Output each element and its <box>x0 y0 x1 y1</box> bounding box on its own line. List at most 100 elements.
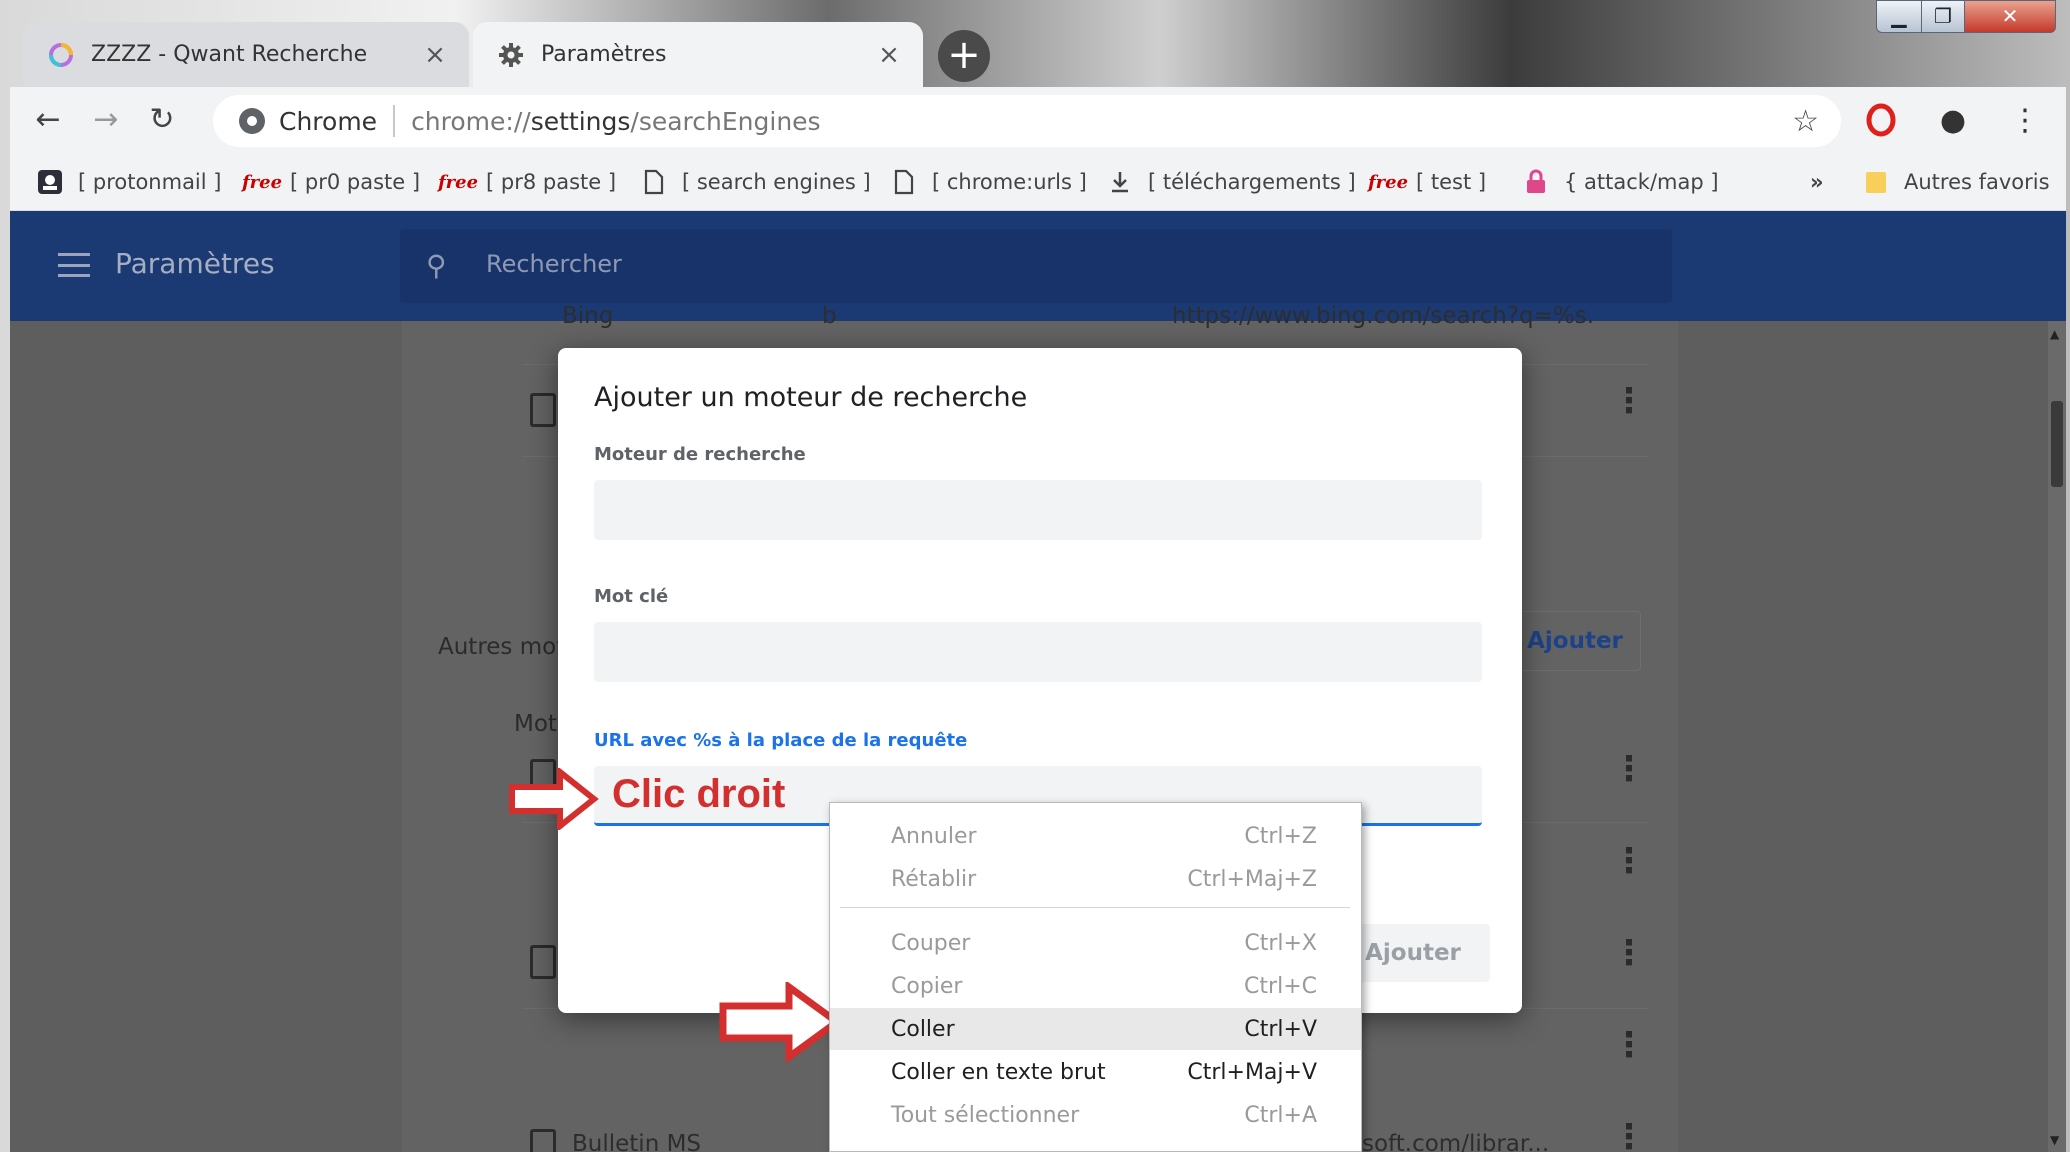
bookmark-item[interactable]: free [ test ] <box>1367 153 1487 211</box>
download-icon <box>1106 168 1134 196</box>
menu-item-label: Rétablir <box>891 866 977 892</box>
free-icon: free <box>241 171 283 193</box>
more-actions-icon[interactable]: ⋮ <box>1612 933 1646 973</box>
other-bookmarks[interactable]: Autres favoris <box>1862 153 2050 211</box>
scrollbar[interactable]: ▲ ▼ <box>2048 321 2066 1152</box>
add-engine-button[interactable]: Ajouter <box>1509 611 1641 671</box>
omnibox-divider <box>393 105 396 137</box>
chrome-icon <box>239 108 265 134</box>
menu-separator <box>840 907 1350 908</box>
menu-item-label: Couper <box>891 930 971 956</box>
bookmark-item[interactable]: { attack/map ] <box>1522 153 1719 211</box>
bookmark-item[interactable]: free [ pr0 paste ] <box>241 153 421 211</box>
more-actions-icon[interactable]: ⋮ <box>1612 841 1646 881</box>
scroll-down-icon[interactable]: ▼ <box>2050 1133 2059 1147</box>
bookmark-label: [ test ] <box>1416 170 1487 194</box>
menu-item-shortcut: Ctrl+X <box>1244 930 1317 956</box>
minimize-button[interactable]: ▁ <box>1876 0 1922 33</box>
page-icon <box>530 1129 556 1152</box>
page-icon <box>530 393 556 427</box>
tab-settings[interactable]: Paramètres × <box>473 22 923 87</box>
omnibox-site-label: Chrome <box>279 106 378 136</box>
qwant-icon <box>47 41 75 69</box>
engine-url: soft.com/librar... <box>1362 1131 1550 1152</box>
more-actions-icon[interactable]: ⋮ <box>1612 1025 1646 1065</box>
bookmarks-bar: [ protonmail ] free [ pr0 paste ] free [… <box>10 153 2066 211</box>
folder-icon <box>1862 168 1890 196</box>
menu-item-coller-texte-brut[interactable]: Coller en texte brut Ctrl+Maj+V <box>830 1051 1361 1093</box>
bookmark-star-icon[interactable]: ☆ <box>1792 104 1819 139</box>
more-actions-icon[interactable]: ⋮ <box>1612 749 1646 789</box>
lock-icon <box>1522 168 1550 196</box>
page-icon <box>640 168 668 196</box>
menu-item-label: Tout sélectionner <box>891 1102 1080 1128</box>
page-icon <box>530 945 556 979</box>
page-icon <box>890 168 918 196</box>
menu-item-coller[interactable]: Coller Ctrl+V <box>830 1008 1361 1050</box>
menu-item-tout-selectionner[interactable]: Tout sélectionner Ctrl+A <box>830 1094 1361 1136</box>
more-actions-icon[interactable]: ⋮ <box>1612 381 1646 421</box>
bookmark-label: [ chrome:urls ] <box>932 170 1087 194</box>
context-menu: Annuler Ctrl+Z Rétablir Ctrl+Maj+Z Coupe… <box>829 802 1362 1152</box>
menu-item-annuler[interactable]: Annuler Ctrl+Z <box>830 815 1361 857</box>
menu-item-couper[interactable]: Couper Ctrl+X <box>830 922 1361 964</box>
forward-button[interactable]: → <box>84 99 128 143</box>
bookmark-label: [ protonmail ] <box>78 170 222 194</box>
engine-url: https://www.bing.com/search?q=%s... <box>1172 303 1592 329</box>
free-icon: free <box>1367 171 1409 193</box>
menu-item-shortcut: Ctrl+C <box>1244 973 1317 999</box>
url-host: settings <box>530 106 631 136</box>
bookmark-item[interactable]: [ protonmail ] <box>36 153 221 211</box>
menu-item-shortcut: Ctrl+Z <box>1244 823 1317 849</box>
engine-name: Bing <box>562 303 614 329</box>
annotation-arrow-icon <box>719 982 843 1062</box>
menu-item-copier[interactable]: Copier Ctrl+C <box>830 965 1361 1007</box>
opera-icon[interactable] <box>1858 97 1904 143</box>
tab-qwant[interactable]: ZZZZ - Qwant Recherche × <box>23 22 469 87</box>
menu-item-shortcut: Ctrl+V <box>1244 1016 1317 1042</box>
menu-item-retablir[interactable]: Rétablir Ctrl+Maj+Z <box>830 858 1361 900</box>
new-tab-button[interactable]: + <box>938 30 990 82</box>
browser-toolbar: ← → ↻ Chrome chrome://settings/searchEng… <box>10 87 2066 153</box>
protonmail-icon <box>36 168 64 196</box>
menu-icon[interactable]: ⋮ <box>2002 97 2048 143</box>
bookmarks-overflow-button[interactable]: » <box>1810 153 1824 211</box>
reload-button[interactable]: ↻ <box>140 99 184 143</box>
url-path: /searchEngines <box>630 106 821 136</box>
close-window-button[interactable]: ✕ <box>1964 0 2056 33</box>
url-text: chrome://settings/searchEngines <box>411 107 821 136</box>
hamburger-menu-icon[interactable] <box>58 253 90 277</box>
scroll-up-icon[interactable]: ▲ <box>2050 327 2059 341</box>
maximize-button[interactable]: ❐ <box>1921 0 1965 33</box>
back-button[interactable]: ← <box>26 99 70 143</box>
dialog-title: Ajouter un moteur de recherche <box>594 382 1028 413</box>
menu-item-shortcut: Ctrl+Maj+V <box>1187 1059 1317 1085</box>
menu-item-shortcut: Ctrl+Maj+Z <box>1187 866 1317 892</box>
address-bar[interactable]: Chrome chrome://settings/searchEngines ☆ <box>213 95 1841 147</box>
bookmark-item[interactable]: [ téléchargements ] <box>1106 153 1356 211</box>
profile-icon[interactable]: ● <box>1930 97 1976 143</box>
more-actions-icon[interactable]: ⋮ <box>1612 1117 1646 1152</box>
tab-close-icon[interactable]: × <box>873 40 905 70</box>
menu-item-shortcut: Ctrl+A <box>1244 1102 1317 1128</box>
bookmark-label: [ pr0 paste ] <box>290 170 421 194</box>
bookmark-item[interactable]: [ chrome:urls ] <box>890 153 1087 211</box>
engine-keyword: b <box>822 303 837 329</box>
url-scheme: chrome:// <box>411 106 531 136</box>
scrollbar-thumb[interactable] <box>2051 401 2063 487</box>
keyword-field[interactable] <box>594 622 1482 682</box>
keyword-label: Mot clé <box>594 586 669 607</box>
settings-title: Paramètres <box>115 247 275 280</box>
browser-window: ZZZZ - Qwant Recherche × Paramètres × + … <box>0 0 2070 1152</box>
bookmark-label: { attack/map ] <box>1564 170 1719 194</box>
bookmark-label: [ pr8 paste ] <box>486 170 617 194</box>
free-icon: free <box>437 171 479 193</box>
engine-name: Bulletin MS <box>572 1131 702 1152</box>
search-engine-label: Moteur de recherche <box>594 444 806 465</box>
bookmark-item[interactable]: [ search engines ] <box>640 153 871 211</box>
menu-item-label: Annuler <box>891 823 977 849</box>
bookmark-label: [ search engines ] <box>682 170 871 194</box>
bookmark-item[interactable]: free [ pr8 paste ] <box>437 153 617 211</box>
tab-close-icon[interactable]: × <box>419 40 451 70</box>
search-engine-field[interactable] <box>594 480 1482 540</box>
